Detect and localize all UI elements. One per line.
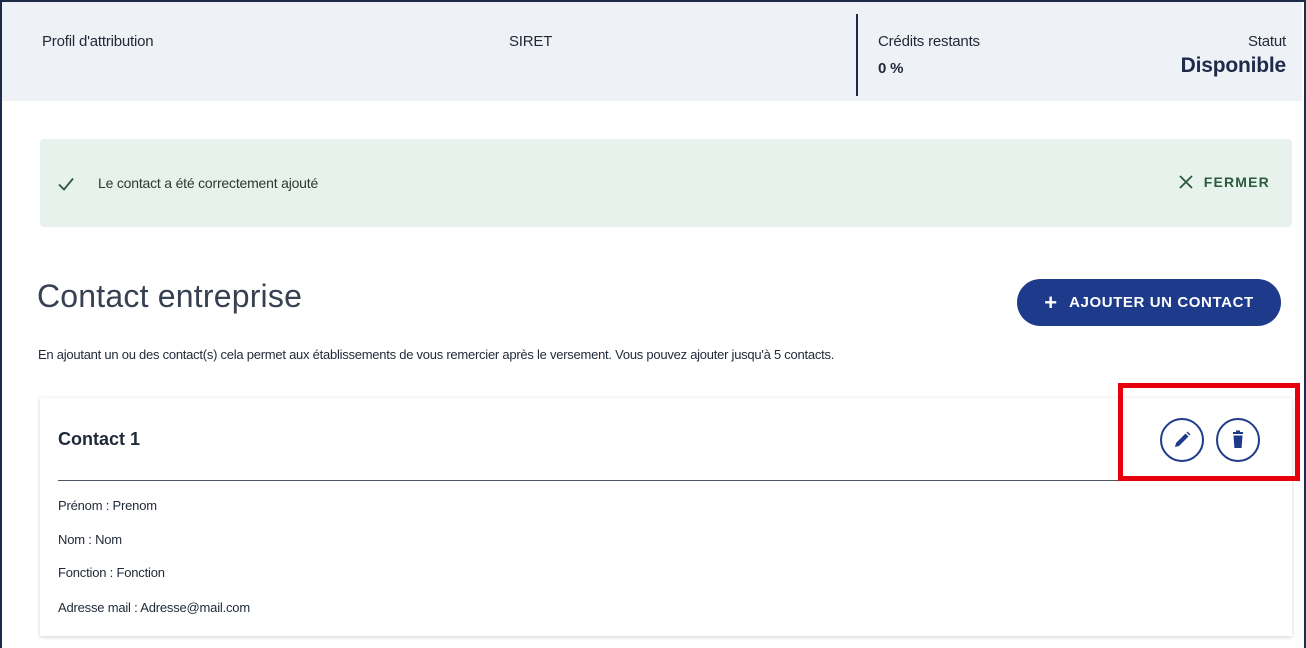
add-contact-label: AJOUTER UN CONTACT: [1069, 294, 1254, 311]
contact-field-fonction: Fonction : Fonction: [58, 565, 165, 580]
header-bar: Profil d'attribution SIRET Crédits resta…: [2, 2, 1302, 101]
plus-icon: +: [1044, 289, 1058, 315]
card-divider: [58, 480, 1276, 481]
profil-label: Profil d'attribution: [42, 33, 154, 50]
alert-message: Le contact a été correctement ajouté: [98, 175, 319, 191]
success-alert: Le contact a été correctement ajouté FER…: [40, 139, 1292, 227]
siret-label: SIRET: [509, 33, 553, 50]
section-description: En ajoutant un ou des contact(s) cela pe…: [38, 347, 835, 362]
close-icon: [1179, 175, 1193, 189]
close-alert-label: FERMER: [1203, 174, 1270, 190]
contact-field-nom: Nom : Nom: [58, 532, 122, 547]
section-title: Contact entreprise: [37, 278, 303, 314]
contact-field-email: Adresse mail : Adresse@mail.com: [58, 600, 250, 615]
credits-value: 0 %: [878, 60, 904, 77]
highlight-box: [1118, 383, 1300, 481]
statut-label: Statut: [1248, 33, 1286, 50]
contact-title: Contact 1: [58, 429, 141, 449]
credits-label: Crédits restants: [878, 33, 980, 50]
header-divider: [856, 14, 858, 96]
close-alert-button[interactable]: FERMER: [1178, 174, 1270, 190]
contact-field-prenom: Prénom : Prenom: [58, 498, 157, 513]
check-icon: [58, 177, 74, 191]
contact-card: Contact 1 Prénom : Prenom Nom : Nom Fonc…: [40, 398, 1292, 636]
statut-value: Disponible: [1180, 54, 1287, 77]
add-contact-button[interactable]: + AJOUTER UN CONTACT: [1017, 279, 1281, 326]
